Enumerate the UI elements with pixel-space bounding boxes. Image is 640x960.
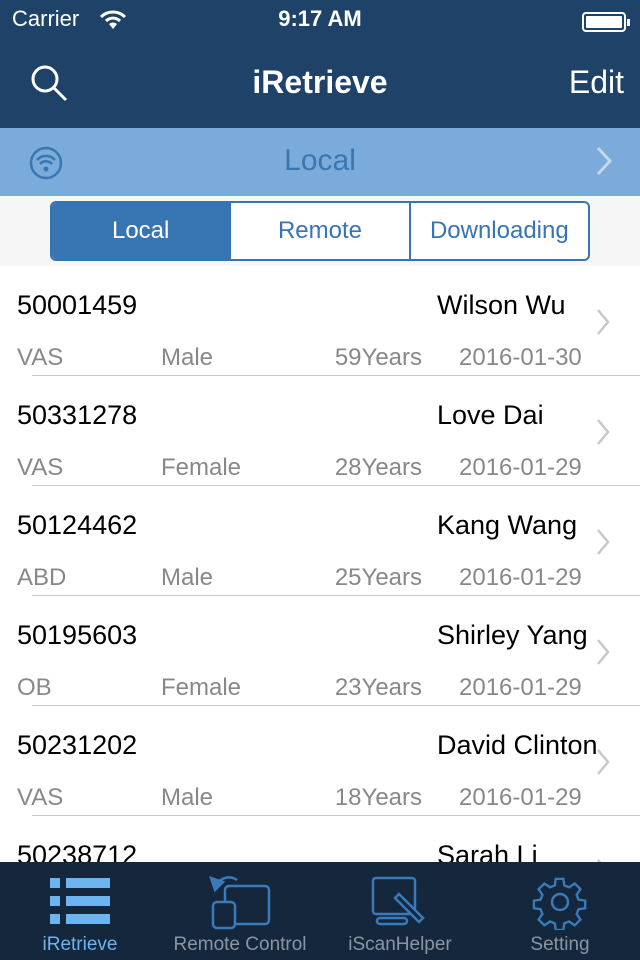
tab-remote-control[interactable]: Remote Control	[160, 862, 320, 960]
chevron-right-icon	[597, 749, 610, 775]
tab-label: iScanHelper	[348, 934, 452, 955]
edit-button[interactable]: Edit	[569, 64, 624, 101]
exam-date: 2016-01-29	[459, 564, 582, 591]
tab-label: iRetrieve	[42, 934, 118, 955]
patient-sex: Female	[161, 674, 242, 701]
chevron-right-icon	[596, 146, 612, 176]
patient-id: 50001459	[17, 290, 138, 320]
patient-age: 23Years	[334, 674, 422, 701]
table-row[interactable]: 50195603 Shirley Yang OB Female 23Years …	[0, 596, 640, 706]
table-row[interactable]: 50238712 Sarah Li	[0, 816, 640, 862]
patient-name: Shirley Yang	[437, 620, 588, 650]
source-label: Local	[284, 144, 356, 177]
patient-name: David Clinton	[437, 730, 598, 760]
patient-age: 25Years	[334, 564, 422, 591]
patient-id: 50195603	[17, 620, 138, 650]
table-row[interactable]: 50124462 Kang Wang ABD Male 25Years 2016…	[0, 486, 640, 596]
segment-remote[interactable]: Remote	[229, 203, 408, 259]
patient-age: 59Years	[334, 344, 422, 371]
patient-age: 28Years	[334, 454, 422, 481]
patient-sex: Female	[161, 454, 242, 481]
tab-label: Remote Control	[173, 934, 307, 955]
exam-type: VAS	[17, 454, 64, 481]
wireless-icon	[29, 146, 63, 180]
chevron-right-icon	[597, 419, 610, 445]
exam-date: 2016-01-29	[459, 674, 582, 701]
list-icon	[50, 878, 110, 924]
exam-type: OB	[17, 674, 52, 701]
segmented-control: Local Remote Downloading	[50, 201, 590, 261]
chevron-right-icon	[597, 639, 610, 665]
patient-age: 18Years	[334, 784, 422, 811]
tab-setting[interactable]: Setting	[480, 862, 640, 960]
exam-date: 2016-01-29	[459, 454, 582, 481]
patient-id: 50331278	[17, 400, 138, 430]
chevron-right-icon	[597, 529, 610, 555]
chevron-right-icon	[597, 309, 610, 335]
clock: 9:17 AM	[278, 6, 362, 31]
table-row[interactable]: 50331278 Love Dai VAS Female 28Years 201…	[0, 376, 640, 486]
record-list[interactable]: 50001459 Wilson Wu VAS Male 59Years 2016…	[0, 266, 640, 862]
patient-id: 50124462	[17, 510, 138, 540]
patient-name: Wilson Wu	[437, 290, 566, 320]
exam-type: VAS	[17, 784, 64, 811]
gear-icon	[532, 877, 587, 930]
segment-area: Local Remote Downloading	[0, 196, 640, 266]
remote-control-icon	[209, 876, 271, 930]
tab-label: Setting	[530, 934, 590, 955]
patient-sex: Male	[161, 784, 214, 811]
table-row[interactable]: 50231202 David Clinton VAS Male 18Years …	[0, 706, 640, 816]
patient-sex: Male	[161, 344, 214, 371]
patient-id: 50231202	[17, 730, 138, 760]
patient-id: 50238712	[17, 840, 138, 862]
tab-iscanhelper[interactable]: iScanHelper	[320, 862, 480, 960]
navigation-bar: Carrier 9:17 AM iRetrieve Edit	[0, 0, 640, 128]
exam-date: 2016-01-30	[459, 344, 582, 371]
segment-downloading[interactable]: Downloading	[408, 203, 588, 259]
patient-name: Kang Wang	[437, 510, 578, 540]
patient-name: Love Dai	[437, 400, 544, 430]
exam-date: 2016-01-29	[459, 784, 582, 811]
tab-bar: iRetrieve Remote Control iScanHelper Set…	[0, 862, 640, 960]
battery-icon	[582, 12, 630, 32]
exam-type: VAS	[17, 344, 64, 371]
exam-type: ABD	[17, 564, 67, 591]
tab-iretrieve[interactable]: iRetrieve	[0, 862, 160, 960]
patient-name: Sarah Li	[437, 840, 538, 862]
table-row[interactable]: 50001459 Wilson Wu VAS Male 59Years 2016…	[0, 266, 640, 376]
page-title: iRetrieve	[252, 64, 388, 100]
monitor-pen-icon	[371, 876, 425, 926]
patient-sex: Male	[161, 564, 214, 591]
source-banner[interactable]: Local	[0, 128, 640, 196]
segment-local[interactable]: Local	[52, 203, 230, 259]
